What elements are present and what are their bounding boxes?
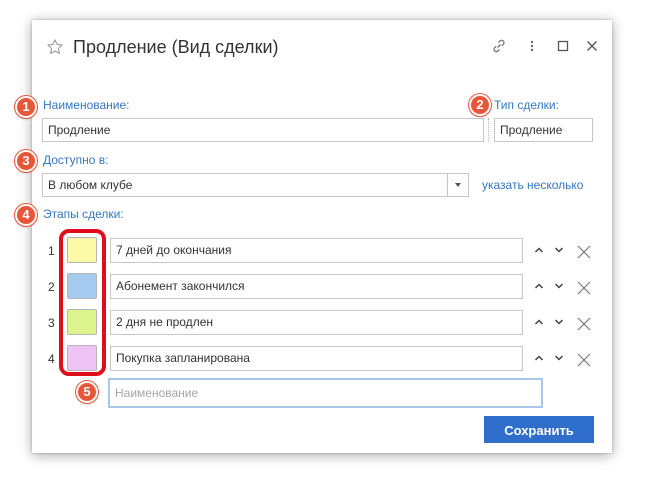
stage-name-field[interactable]: Покупка запланирована xyxy=(110,346,523,371)
maximize-icon[interactable] xyxy=(555,38,571,54)
available-select-value: В любом клубе xyxy=(48,178,133,192)
deal-type-field[interactable]: Продление xyxy=(494,118,593,142)
available-label: Доступно в: xyxy=(43,153,109,167)
specify-several-link[interactable]: указать несколько xyxy=(482,178,583,192)
annotation-badge-3: 3 xyxy=(15,150,37,172)
deal-type-label: Тип сделки: xyxy=(494,98,559,112)
delete-stage-icon[interactable] xyxy=(577,281,591,295)
star-icon[interactable] xyxy=(46,38,64,56)
link-icon[interactable] xyxy=(491,38,507,54)
stage-number: 4 xyxy=(48,352,55,366)
highlight-box xyxy=(59,229,106,376)
available-select[interactable]: В любом клубе xyxy=(42,173,469,197)
move-up-icon[interactable] xyxy=(534,354,544,362)
stage-number: 2 xyxy=(48,280,55,294)
delete-stage-icon[interactable] xyxy=(577,317,591,331)
stage-name-field[interactable]: 2 дня не продлен xyxy=(110,310,523,335)
move-down-icon[interactable] xyxy=(554,318,564,326)
move-up-icon[interactable] xyxy=(534,246,544,254)
annotation-badge-4: 4 xyxy=(15,204,37,226)
new-stage-input[interactable]: Наименование xyxy=(108,378,543,408)
close-icon[interactable] xyxy=(584,38,600,54)
title-bar: Продление (Вид сделки) xyxy=(32,20,612,70)
more-icon[interactable] xyxy=(524,38,540,54)
move-up-icon[interactable] xyxy=(534,318,544,326)
move-down-icon[interactable] xyxy=(554,282,564,290)
save-button[interactable]: Сохранить xyxy=(484,416,594,443)
field-divider xyxy=(488,118,490,142)
annotation-badge-5: 5 xyxy=(76,381,98,403)
stages-label: Этапы сделки: xyxy=(43,207,124,221)
delete-stage-icon[interactable] xyxy=(577,353,591,367)
name-label: Наименование: xyxy=(43,98,130,112)
move-down-icon[interactable] xyxy=(554,246,564,254)
delete-stage-icon[interactable] xyxy=(577,245,591,259)
stage-number: 1 xyxy=(48,244,55,258)
name-field[interactable]: Продление xyxy=(42,118,484,142)
stage-name-field[interactable]: 7 дней до окончания xyxy=(110,238,523,263)
move-down-icon[interactable] xyxy=(554,354,564,362)
annotation-badge-1: 1 xyxy=(15,96,37,118)
chevron-down-icon[interactable] xyxy=(447,174,468,196)
move-up-icon[interactable] xyxy=(534,282,544,290)
stage-name-field[interactable]: Абонемент закончился xyxy=(110,274,523,299)
window-title: Продление (Вид сделки) xyxy=(73,37,279,57)
stage-number: 3 xyxy=(48,316,55,330)
annotation-badge-2: 2 xyxy=(469,94,491,116)
